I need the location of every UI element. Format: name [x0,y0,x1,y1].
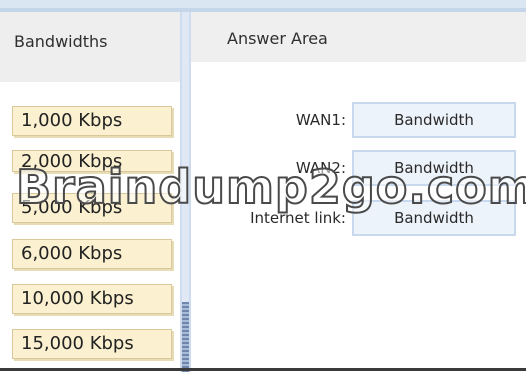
bandwidth-option-10000[interactable]: 10,000 Kbps [12,284,172,314]
wan2-label: WAN2: [295,159,346,177]
bandwidths-header: Bandwidths [0,12,180,82]
bandwidths-title: Bandwidths [14,32,108,51]
bandwidth-option-5000[interactable]: 5,000 Kbps [12,193,172,223]
answer-area-panel: Answer Area [191,12,526,372]
wan2-bandwidth-slot[interactable]: Bandwidth [352,150,516,186]
answer-area-title: Answer Area [227,29,328,48]
wan1-label: WAN1: [295,111,346,129]
internet-link-bandwidth-slot[interactable]: Bandwidth [352,200,516,236]
bandwidth-option-1000[interactable]: 1,000 Kbps [12,106,172,136]
bottom-border [0,368,526,371]
bandwidths-panel: Bandwidths [0,12,180,372]
bandwidth-option-2000[interactable]: 2,000 Kbps [12,150,172,172]
bandwidth-option-6000[interactable]: 6,000 Kbps [12,239,172,269]
panel-divider-scrollbar[interactable] [180,12,191,372]
answer-area-header: Answer Area [191,12,526,62]
wan1-bandwidth-slot[interactable]: Bandwidth [352,102,516,138]
top-strip [0,0,526,12]
scrollbar-grip[interactable] [182,302,189,372]
internet-link-label: Internet link: [250,209,346,227]
bandwidth-option-15000[interactable]: 15,000 Kbps [12,329,172,359]
